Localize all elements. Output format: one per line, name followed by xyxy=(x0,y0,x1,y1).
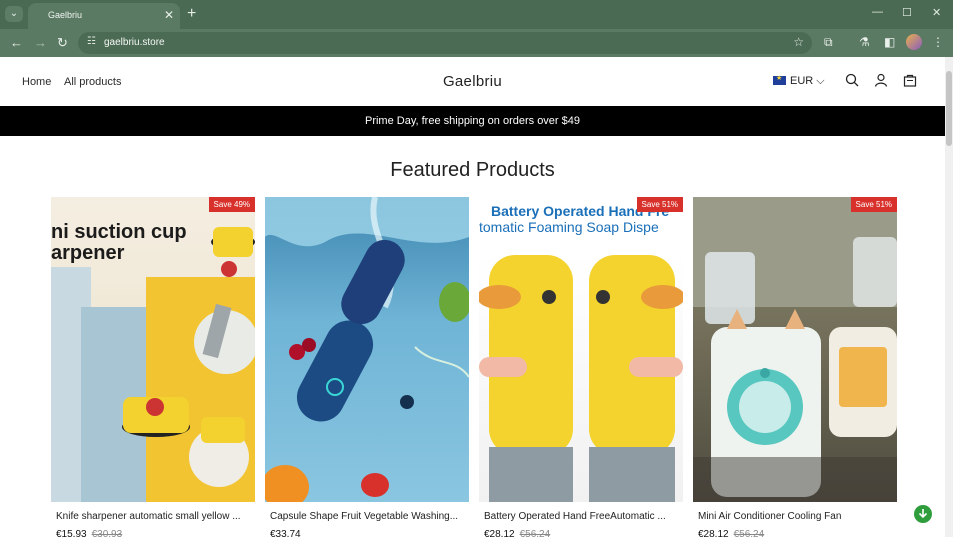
back-icon[interactable]: ← xyxy=(10,35,23,50)
scrollbar-thumb[interactable] xyxy=(946,71,952,146)
url-text: gaelbriu.store xyxy=(104,37,165,48)
site-info-icon[interactable]: ☷ xyxy=(87,36,96,47)
currency-label: EUR xyxy=(790,75,814,87)
product-name[interactable]: Capsule Shape Fruit Vegetable Washing... xyxy=(270,511,466,522)
currency-selector[interactable]: EUR ⌵ xyxy=(773,74,825,88)
close-tab-icon[interactable]: ✕ xyxy=(164,8,174,22)
product-price: €33,74 xyxy=(270,529,301,537)
chat-widget-button[interactable] xyxy=(914,505,932,523)
browser-menu-icon[interactable]: ⋮ xyxy=(932,35,944,49)
sale-badge: Save 49% xyxy=(208,197,255,212)
download-arrow-icon xyxy=(918,509,928,519)
cart-icon[interactable] xyxy=(903,73,917,87)
product-name[interactable]: Mini Air Conditioner Cooling Fan xyxy=(698,511,894,522)
eu-flag-icon xyxy=(773,74,786,85)
featured-products-title: Featured Products xyxy=(390,159,555,181)
sale-badge: Save 51% xyxy=(850,197,897,212)
site-header: Home All products Gaelbriu EUR ⌵ xyxy=(0,57,945,106)
image-caption: ni suction cup arpener xyxy=(51,221,187,264)
tab-title: Gaelbriu xyxy=(48,10,83,20)
labs-icon[interactable]: ⚗ xyxy=(859,35,870,49)
product-card[interactable]: Battery Operated Hand Fre tomatic Foamin… xyxy=(479,197,683,537)
product-image[interactable]: Save 51% xyxy=(693,197,897,502)
bookmark-star-icon[interactable]: ☆ xyxy=(793,35,804,49)
profile-avatar[interactable] xyxy=(906,34,922,50)
window-close-icon[interactable]: ✕ xyxy=(932,6,941,19)
product-card[interactable]: Save 51% Mini Air Conditioner Cooling Fa… xyxy=(693,197,897,537)
web-page: Home All products Gaelbriu EUR ⌵ Prime D… xyxy=(0,57,945,537)
product-card[interactable]: Capsule Shape Fruit Vegetable Washing...… xyxy=(265,197,469,537)
browser-tab-bar: ⌄ Gaelbriu ✕ + — ☐ ✕ xyxy=(0,0,953,29)
tab-search-icon[interactable]: ⌄ xyxy=(5,6,23,22)
side-panel-icon[interactable]: ◧ xyxy=(884,35,895,49)
forward-icon[interactable]: → xyxy=(34,35,47,50)
product-image[interactable]: Battery Operated Hand Fre tomatic Foamin… xyxy=(479,197,683,502)
product-price: €28,12 €56,24 xyxy=(698,529,765,537)
product-image[interactable]: ni suction cup arpener Save 49% xyxy=(51,197,255,502)
product-price: €28,12 €56,24 xyxy=(484,529,551,537)
new-tab-icon[interactable]: + xyxy=(187,5,196,23)
announcement-bar: Prime Day, free shipping on orders over … xyxy=(0,106,945,136)
account-icon[interactable] xyxy=(874,73,888,87)
search-icon[interactable] xyxy=(845,73,859,87)
reload-icon[interactable]: ↻ xyxy=(57,35,68,51)
maximize-icon[interactable]: ☐ xyxy=(902,6,912,19)
page-scrollbar[interactable] xyxy=(945,57,953,537)
sale-badge: Save 51% xyxy=(636,197,683,212)
product-name[interactable]: Battery Operated Hand FreeAutomatic ... xyxy=(484,511,680,522)
product-name[interactable]: Knife sharpener automatic small yellow .… xyxy=(56,511,252,522)
browser-toolbar: ← → ↻ ☷ gaelbriu.store ☆ ⧉ ⚗ ◧ ⋮ xyxy=(0,29,953,57)
address-bar[interactable]: ☷ gaelbriu.store ☆ xyxy=(78,32,812,54)
product-image[interactable] xyxy=(265,197,469,502)
extensions-icon[interactable]: ⧉ xyxy=(824,35,833,50)
product-card[interactable]: ni suction cup arpener Save 49% Knife sh… xyxy=(51,197,255,537)
browser-tab[interactable]: Gaelbriu ✕ xyxy=(28,3,180,29)
product-price: €15,93 €30,93 xyxy=(56,529,123,537)
minimize-icon[interactable]: — xyxy=(872,6,883,18)
chevron-down-icon: ⌵ xyxy=(816,75,825,87)
